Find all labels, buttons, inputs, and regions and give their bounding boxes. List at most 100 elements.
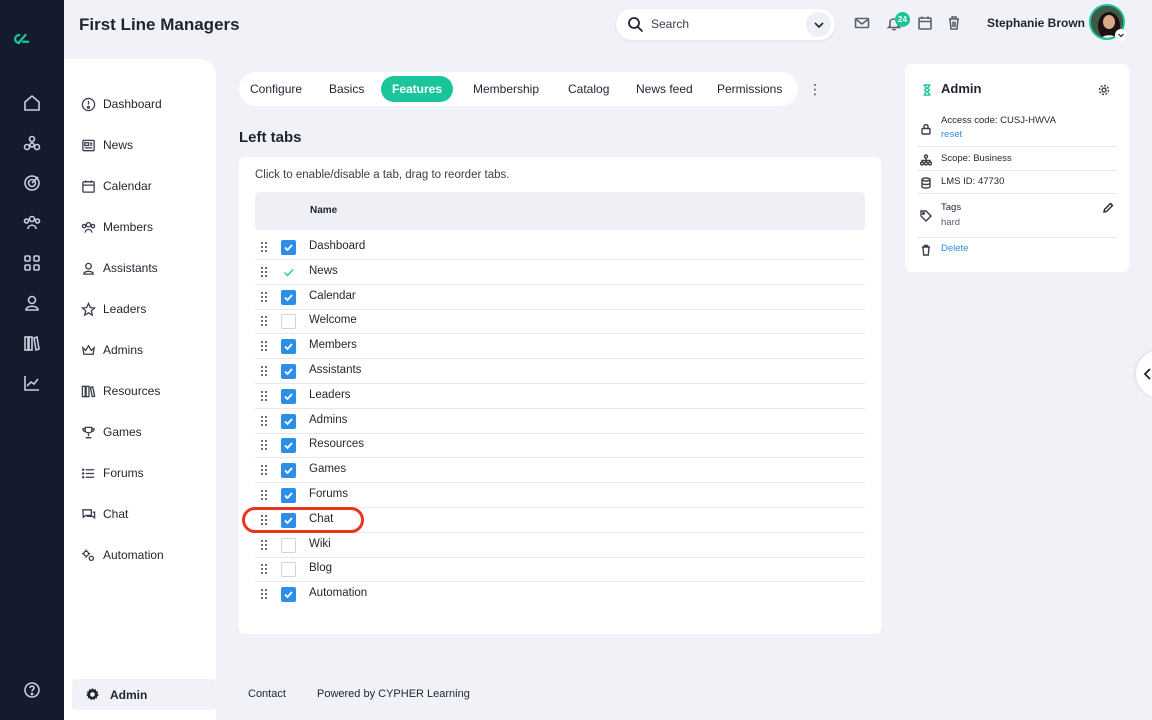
- tab-checkbox-unchecked[interactable]: [281, 562, 296, 578]
- sidebar-item-assistants[interactable]: Assistants: [80, 258, 158, 278]
- sidebar-item-automation[interactable]: Automation: [80, 545, 164, 565]
- drag-handle-icon[interactable]: [261, 539, 269, 551]
- sidebar-item-games[interactable]: Games: [80, 422, 142, 442]
- chevron-down-icon: [813, 21, 824, 28]
- search-bar[interactable]: Search: [616, 9, 835, 40]
- app-logo-icon[interactable]: [12, 30, 52, 62]
- drag-handle-icon[interactable]: [261, 415, 269, 427]
- tab-list-row[interactable]: Leaders: [255, 384, 865, 409]
- search-placeholder[interactable]: Search: [651, 17, 689, 31]
- sidebar-item-resources[interactable]: Resources: [80, 381, 160, 401]
- network-icon[interactable]: [20, 131, 44, 155]
- notification-badge[interactable]: 24: [895, 12, 910, 27]
- tab-checkbox-unchecked[interactable]: [281, 314, 296, 330]
- page-title: First Line Managers: [79, 15, 240, 34]
- sidebar-item-admins[interactable]: Admins: [80, 340, 143, 360]
- drag-handle-icon[interactable]: [261, 440, 269, 451]
- tab-checkbox-checked[interactable]: [281, 339, 296, 355]
- sidebar-item-news[interactable]: News: [80, 135, 133, 155]
- sidebar-item-calendar[interactable]: Calendar: [80, 176, 152, 196]
- tab-list-row[interactable]: Assistants: [255, 359, 865, 384]
- tab-checkbox-checked[interactable]: [281, 587, 296, 603]
- people-icon[interactable]: [20, 211, 44, 235]
- tab-basics[interactable]: Basics: [318, 76, 375, 102]
- delete-trash-icon: [920, 243, 934, 257]
- search-dropdown-button[interactable]: [806, 12, 831, 37]
- drag-handle-icon[interactable]: [261, 390, 269, 402]
- chevron-left-icon: [1143, 368, 1151, 380]
- drag-handle-icon[interactable]: [261, 564, 269, 575]
- sidebar-item-chat[interactable]: Chat: [80, 504, 128, 524]
- drag-handle-icon[interactable]: [261, 341, 269, 352]
- tab-checkbox-checked[interactable]: [281, 364, 296, 379]
- tab-checkbox-checked[interactable]: [281, 289, 296, 305]
- tab-checkbox-checked[interactable]: [281, 488, 296, 503]
- trash-icon[interactable]: [946, 15, 964, 33]
- help-icon[interactable]: [20, 678, 44, 702]
- tab-checkbox-checked[interactable]: [281, 463, 296, 479]
- drag-handle-icon[interactable]: [261, 490, 269, 501]
- user-name[interactable]: Stephanie Brown: [987, 16, 1085, 30]
- calendar-icon[interactable]: [917, 15, 935, 33]
- tab-list-row[interactable]: Resources: [255, 433, 865, 459]
- tab-features[interactable]: Features: [381, 76, 454, 102]
- tab-catalog[interactable]: Catalog: [557, 76, 620, 102]
- tab-list-row[interactable]: News: [255, 260, 865, 285]
- drag-handle-icon[interactable]: [261, 266, 269, 278]
- sidebar-item-label: Leaders: [103, 302, 147, 316]
- drag-handle-icon[interactable]: [261, 242, 269, 253]
- tab-list-row[interactable]: Calendar: [255, 285, 865, 310]
- reset-link[interactable]: reset: [941, 129, 962, 140]
- grid-icon[interactable]: [20, 251, 44, 275]
- tab-row-label: Resources: [309, 438, 364, 451]
- settings-gear-icon[interactable]: [1098, 83, 1112, 97]
- edit-pencil-icon[interactable]: [1102, 201, 1116, 215]
- home-icon[interactable]: [20, 91, 44, 115]
- collapse-panel-button[interactable]: [1136, 350, 1152, 398]
- sidebar-item-leaders[interactable]: Leaders: [80, 299, 146, 319]
- user-icon[interactable]: [20, 291, 44, 315]
- sidebar-item-label: Admin: [110, 687, 148, 702]
- tab-news-feed[interactable]: News feed: [625, 76, 704, 102]
- contact-link[interactable]: Contact: [248, 688, 286, 700]
- sidebar-item-members[interactable]: Members: [80, 217, 153, 237]
- tab-list-row[interactable]: Admins: [255, 409, 865, 434]
- tab-checkbox-checked[interactable]: [281, 438, 296, 454]
- tab-row-label: Games: [309, 463, 347, 476]
- tab-permissions[interactable]: Permissions: [706, 76, 793, 102]
- tab-list-row[interactable]: Wiki: [255, 533, 865, 558]
- tab-configure[interactable]: Configure: [239, 76, 313, 102]
- tab-checkbox-checked[interactable]: [281, 388, 296, 404]
- sidebar-item-admin[interactable]: Admin: [72, 679, 216, 710]
- drag-handle-icon[interactable]: [261, 589, 269, 600]
- powered-by-text: Powered by CYPHER Learning: [317, 688, 470, 700]
- tab-checkbox-checked[interactable]: [281, 413, 296, 429]
- calendar-icon: [80, 178, 96, 194]
- tab-checkbox-checked[interactable]: [281, 240, 296, 255]
- drag-handle-icon[interactable]: [261, 316, 269, 327]
- tab-list-row[interactable]: Dashboard: [255, 235, 865, 260]
- sidebar-item-label: Members: [103, 220, 154, 234]
- drag-handle-icon[interactable]: [261, 465, 269, 476]
- drag-handle-icon[interactable]: [261, 366, 269, 377]
- tags-label: Tags: [941, 202, 962, 213]
- drag-handle-icon[interactable]: [261, 291, 269, 303]
- library-icon[interactable]: [20, 331, 44, 355]
- more-options-icon[interactable]: ⋮: [808, 81, 822, 97]
- tab-list-row[interactable]: Forums: [255, 483, 865, 508]
- sidebar-item-forums[interactable]: Forums: [80, 463, 144, 483]
- analytics-icon[interactable]: [20, 371, 44, 395]
- access-code-text: Access code: CUSJ-HWVA: [941, 115, 1056, 126]
- tab-list-row[interactable]: Members: [255, 334, 865, 360]
- tab-checkbox-unchecked[interactable]: [281, 537, 296, 553]
- sidebar-item-dashboard[interactable]: Dashboard: [80, 94, 162, 114]
- tab-list-row[interactable]: Blog: [255, 557, 865, 583]
- chevron-down-icon[interactable]: [1115, 29, 1127, 41]
- delete-link[interactable]: Delete: [941, 243, 968, 254]
- tab-list-row[interactable]: Automation: [255, 582, 865, 607]
- target-icon[interactable]: [20, 171, 44, 195]
- tab-list-row[interactable]: Welcome: [255, 309, 865, 335]
- tab-list-row[interactable]: Games: [255, 458, 865, 484]
- tab-membership[interactable]: Membership: [462, 76, 550, 102]
- mail-icon[interactable]: [854, 15, 872, 33]
